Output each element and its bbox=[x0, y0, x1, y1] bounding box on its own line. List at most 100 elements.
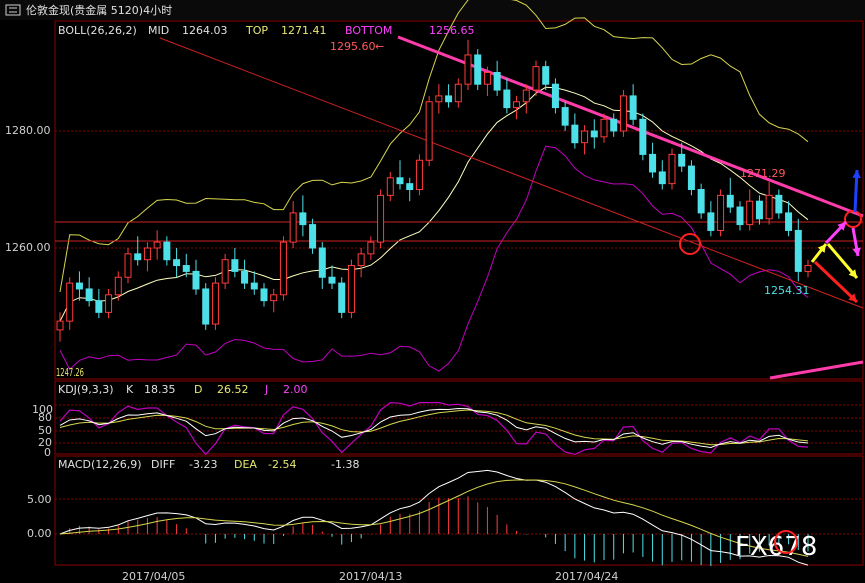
arrow-down-red bbox=[813, 260, 859, 304]
candle-body bbox=[513, 101, 521, 109]
candle-body bbox=[192, 270, 200, 290]
candle-body bbox=[173, 259, 181, 267]
macd-diff-line bbox=[59, 469, 809, 566]
candle-body bbox=[551, 83, 559, 109]
candle-body bbox=[425, 101, 433, 161]
candle-body bbox=[581, 130, 589, 144]
kdj-d-line bbox=[59, 409, 809, 446]
kdj-d-label: D bbox=[194, 383, 202, 396]
candle-body bbox=[367, 241, 375, 255]
macd-hist-value: -1.38 bbox=[331, 458, 359, 471]
candle-body bbox=[153, 241, 161, 249]
candle-body bbox=[707, 212, 715, 231]
kdj-legend: KDJ(9,3,3) K 18.35 D 26.52 J 2.00 bbox=[58, 383, 308, 396]
candle-body bbox=[736, 206, 744, 226]
candle-body bbox=[746, 200, 754, 226]
candle-body bbox=[794, 229, 802, 272]
candle-body bbox=[464, 54, 472, 85]
candle-body bbox=[493, 72, 501, 91]
annot-mid: 1271.29 bbox=[740, 167, 786, 180]
kdj-tick-0: 0 bbox=[44, 446, 51, 459]
candle-body bbox=[610, 118, 618, 132]
candle-body bbox=[299, 212, 307, 226]
candle-body bbox=[241, 270, 249, 284]
candle-body bbox=[658, 171, 666, 185]
candle-body bbox=[668, 153, 676, 185]
candle-body bbox=[202, 288, 210, 325]
kdj-j-label: J bbox=[264, 383, 268, 396]
date-label-3: 2017/04/24 bbox=[555, 570, 618, 583]
candle-body bbox=[143, 247, 151, 261]
annot-low: 1254.31 bbox=[764, 284, 810, 297]
candle-body bbox=[56, 320, 64, 331]
boll-bottom-label: BOTTOM bbox=[345, 24, 392, 37]
candle-body bbox=[309, 224, 317, 249]
candle-body bbox=[95, 300, 103, 313]
candle-body bbox=[124, 253, 132, 278]
kdj-tick-80: 80 bbox=[38, 411, 52, 424]
candle-body bbox=[590, 130, 598, 138]
kdj-indicator: KDJ(9,3,3) bbox=[58, 383, 114, 396]
macd-tick-5: 5.00 bbox=[27, 493, 52, 506]
candle-body bbox=[522, 89, 530, 103]
macd-diff-value: -3.23 bbox=[189, 458, 217, 471]
support-trend-line bbox=[769, 360, 864, 380]
candle-body bbox=[571, 124, 579, 144]
candle-body bbox=[260, 288, 268, 302]
macd-dea-label: DEA bbox=[234, 458, 257, 471]
candle-body bbox=[318, 247, 326, 278]
candle-body bbox=[396, 177, 404, 185]
candle-body bbox=[542, 66, 550, 85]
candle-body bbox=[474, 54, 482, 85]
date-label-1: 2017/04/05 bbox=[122, 570, 185, 583]
candle-body bbox=[755, 200, 763, 220]
kdj-k-line bbox=[59, 407, 809, 449]
candle-body bbox=[250, 282, 258, 290]
kdj-d-value: 26.52 bbox=[217, 383, 249, 396]
candle-body bbox=[279, 241, 287, 296]
candle-body bbox=[66, 282, 74, 322]
candle-body bbox=[114, 276, 122, 296]
candle-body bbox=[105, 294, 113, 313]
macd-indicator: MACD(12,26,9) bbox=[58, 458, 142, 471]
main-price-pane bbox=[55, 0, 864, 380]
candle-body bbox=[211, 282, 219, 325]
boll-mid-line bbox=[59, 86, 809, 322]
macd-diff-label: DIFF bbox=[151, 458, 175, 471]
window-title: 伦敦金现(贵金属 5120)4小时 bbox=[26, 3, 172, 17]
candle-body bbox=[804, 265, 812, 272]
arrow-up-blue-head bbox=[852, 170, 861, 179]
kdj-j-value: 2.00 bbox=[283, 383, 308, 396]
candle-body bbox=[775, 194, 783, 214]
date-label-2: 2017/04/13 bbox=[339, 570, 402, 583]
candle-body bbox=[445, 95, 453, 103]
annot-high: 1295.60 bbox=[330, 40, 376, 53]
candle-body bbox=[717, 194, 725, 231]
kdj-j-line bbox=[59, 401, 809, 456]
candle-body bbox=[435, 95, 443, 103]
candle-body bbox=[765, 194, 773, 220]
macd-tick-0: 0.00 bbox=[27, 527, 52, 540]
candle-body bbox=[386, 177, 394, 196]
boll-top-label: TOP bbox=[245, 24, 268, 37]
kdj-k-label: K bbox=[126, 383, 134, 396]
kdj-pane bbox=[59, 401, 809, 456]
chart-canvas: 伦敦金现(贵金属 5120)4小时 1280.00 1260.00 100 80… bbox=[0, 0, 865, 583]
boll-bottom-value: 1256.65 bbox=[429, 24, 475, 37]
candle-body bbox=[629, 95, 637, 120]
candle-body bbox=[785, 212, 793, 231]
candle-body bbox=[182, 265, 190, 272]
candle-body bbox=[454, 83, 462, 103]
annot-start: 1247.26 bbox=[56, 366, 84, 379]
grid-lines bbox=[55, 130, 863, 535]
candle-body bbox=[600, 118, 608, 138]
candle-body bbox=[270, 294, 278, 302]
macd-dea-line bbox=[59, 479, 809, 557]
y-tick-1280: 1280.00 bbox=[5, 124, 51, 137]
candle-body bbox=[532, 66, 540, 91]
boll-indicator: BOLL(26,26,2) bbox=[58, 24, 137, 37]
kdj-k-value: 18.35 bbox=[144, 383, 176, 396]
candle-body bbox=[561, 107, 569, 126]
candle-body bbox=[678, 153, 686, 167]
candle-body bbox=[347, 265, 355, 313]
